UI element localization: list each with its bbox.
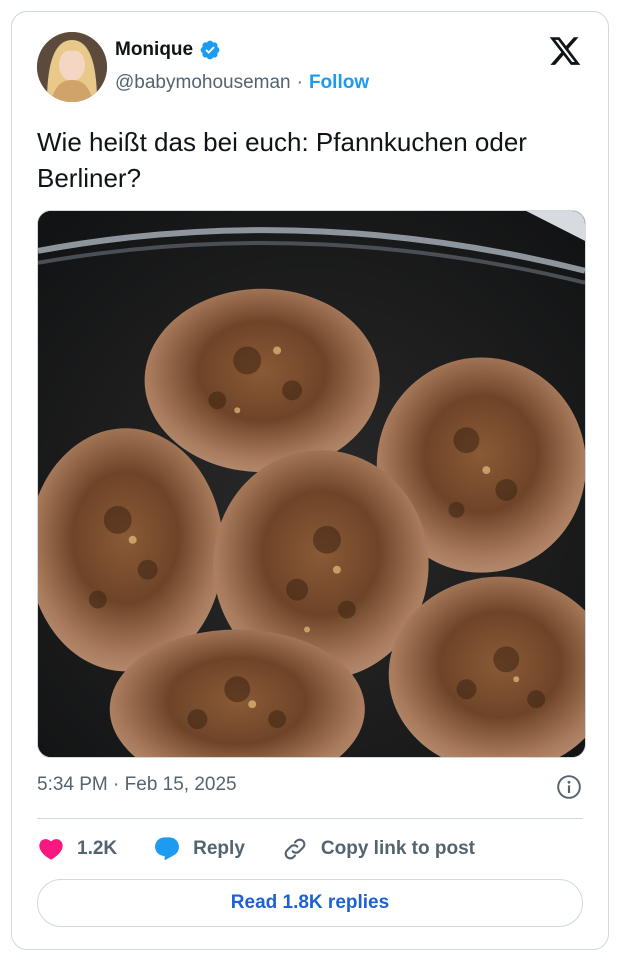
link-icon bbox=[284, 838, 306, 860]
avatar[interactable] bbox=[37, 32, 107, 102]
heart-icon bbox=[39, 839, 63, 860]
tweet-timestamp[interactable]: 5:34 PM · Feb 15, 2025 bbox=[37, 774, 237, 796]
follow-button[interactable]: Follow bbox=[309, 72, 369, 94]
separator-dot: · bbox=[296, 72, 303, 93]
tweet-image[interactable] bbox=[37, 210, 586, 758]
like-count: 1.2K bbox=[77, 838, 118, 859]
author-name[interactable]: Monique bbox=[115, 39, 193, 61]
action-bar: 1.2K Reply Copy link to post bbox=[37, 834, 511, 864]
x-logo-icon[interactable] bbox=[548, 34, 582, 68]
info-icon[interactable] bbox=[556, 774, 582, 800]
like-button[interactable]: 1.2K bbox=[37, 835, 117, 863]
reply-bubble-icon bbox=[155, 837, 180, 861]
author-name-row[interactable]: Monique bbox=[115, 39, 221, 61]
author-handle[interactable]: @babymohouseman bbox=[115, 72, 291, 94]
handle-row: @babymohouseman · Follow bbox=[115, 72, 369, 94]
tweet-card: Monique @babymohouseman · Follow Wie hei… bbox=[11, 11, 609, 950]
read-replies-button[interactable]: Read 1.8K replies bbox=[37, 879, 583, 927]
reply-label: Reply bbox=[193, 838, 245, 859]
reply-button[interactable]: Reply bbox=[153, 835, 245, 863]
copy-link-label: Copy link to post bbox=[320, 838, 475, 859]
verified-badge-icon bbox=[200, 40, 220, 60]
tweet-text: Wie heißt das bei euch: Pfannkuchen oder… bbox=[37, 127, 527, 193]
divider bbox=[37, 818, 583, 819]
copy-link-button[interactable]: Copy link to post bbox=[281, 835, 475, 863]
